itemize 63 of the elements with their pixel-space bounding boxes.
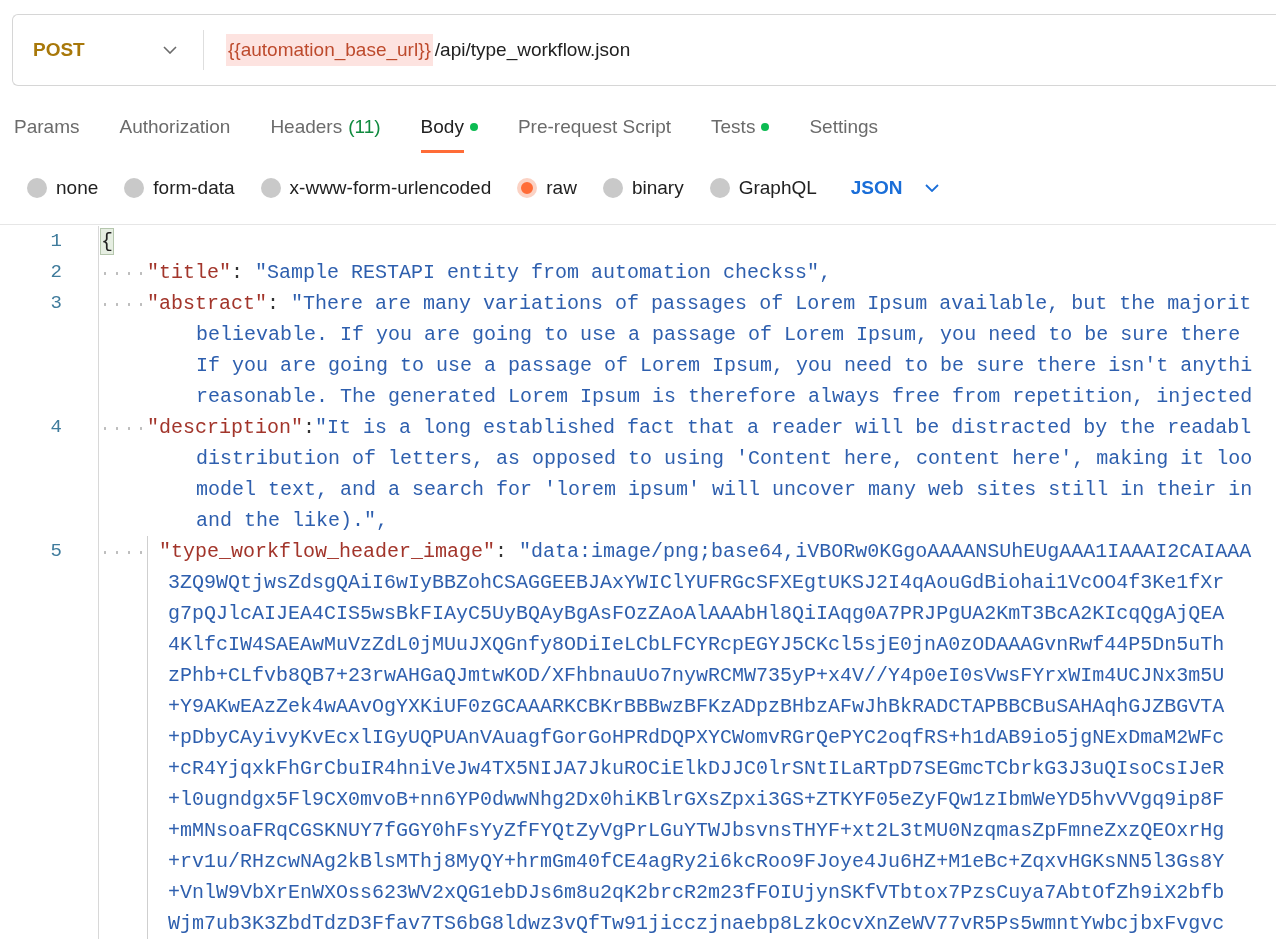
line-number: 3: [50, 291, 62, 316]
url-variable: {{automation_base_url}}: [226, 34, 433, 66]
tab[interactable]: Settings: [809, 112, 879, 153]
chevron-down-icon[interactable]: [163, 46, 177, 54]
radio-label[interactable]: none: [56, 177, 99, 199]
json-value: +Y9AKwEAzZek4wAAvOgYXKiUF0zGCAAARKCBKrBBBwzBFKzADpzBHbzAFwJhBkRADCTAPBBCBuSAHAqhGJZBGVTA: [167, 694, 1226, 720]
tab[interactable]: Body: [420, 112, 464, 153]
json-value: believable. If you are going to use a passage of Lorem Ipsum, you need to be sure there: [195, 322, 1242, 348]
json-value: "data:image/png;base64,iVBORw0KGgoAAAANSUhEUgAAA1IAAAI2CAIAAA: [518, 539, 1252, 565]
colon: :: [267, 291, 280, 317]
json-value: +mMNsoaFRqCGSKNUY7fGGY0hFsYyZfFYQtZyVgPrLGuYTWJbsvnsTHYF+xt2L3tMU0NzqmasZpFmneZxzQEOxrHg: [167, 818, 1226, 844]
chevron-down-icon[interactable]: [924, 184, 939, 192]
colon: :: [495, 539, 508, 565]
json-value: "It is a long established fact that a reader will be distracted by the readabl: [315, 415, 1252, 441]
json-value: g7pQJlcAIJEA4CIS5wsBkFIAyC5UyBQAyBgAsFOzZAoAlAAAbHl8QiIAqg0A7PRJPgUA2KmT3BcA2KIcqQgAjQEA: [167, 601, 1226, 627]
json-value: reasonable. The generated Lorem Ipsum is therefore always free from repetition, injected: [195, 384, 1254, 410]
radio-button[interactable]: [517, 178, 538, 198]
radio-button[interactable]: [260, 178, 281, 198]
json-key: "type_workflow_header_image": [159, 536, 496, 567]
tab[interactable]: Authorization: [119, 112, 231, 153]
json-value: +rv1u/RHzcwNAg2kBlsMThj8MyQY+hrmGm40fCE4agRy2i6kcRoo9FJoye4Ju6HZ+M1eBc+ZqxvHGKsNN5l3Gs8Y: [167, 849, 1226, 875]
tab[interactable]: Tests: [711, 112, 756, 153]
radio-button[interactable]: [27, 178, 47, 198]
json-value: +l0ugndgx5Fl9CX0mvoB+nn6YP0dwwNhg2Dx0hiKBlrGXsZpxi3GS+ZTKYF05eZyFQw1zIbmWeYD5hvVVgq9ip8F: [167, 787, 1226, 813]
method-dropdown[interactable]: POST: [33, 39, 163, 61]
tab[interactable]: Headers: [270, 112, 343, 153]
json-key: "title": [147, 257, 231, 288]
json-value: distribution of letters, as opposed to using 'Content here, content here', making it loo: [195, 446, 1254, 472]
radio-label[interactable]: form-data: [153, 177, 235, 199]
tab[interactable]: Params: [14, 112, 80, 153]
url-field[interactable]: {{automation_base_url}} /api/type_workflow.json: [226, 34, 631, 66]
url-path: /api/type_workflow.json: [434, 39, 631, 61]
json-value: 4KlfcIW4SAEAwMuVzZdL0jMUuJXQGnfy8ODiIeLCbLFCYRcpEGYJ5CKcl5sjE0jnA0zODAAAGvnRwf44P5Dn5uTh: [167, 632, 1226, 658]
line-number: 2: [50, 260, 62, 285]
json-key: "abstract": [147, 288, 268, 319]
json-value: 3ZQ9WQtjwsZdsgQAiI6wIyBBZohCSAGGEEBJAxYWIClYUFRGcSFXEgtUKSJ2I4qAouGdBiohai1VcOO4f3Ke1fXr: [167, 570, 1226, 596]
tab[interactable]: Pre-request Script: [517, 112, 672, 153]
radio-label[interactable]: raw: [546, 177, 577, 199]
json-value: and the like).",: [195, 508, 390, 534]
json-value: +pDbyCAyivyKvEcxlIGyUQPUAnVAuagfGorGoHPRdDQPXYCWomvRGrQePYC2oqfRS+h1dAB9io5jgNExDmaM2WFc: [167, 725, 1226, 751]
radio-button[interactable]: [709, 178, 730, 198]
json-value: model text, and a search for 'lorem ipsum' will uncover many web sites still in their in: [195, 477, 1254, 503]
format-dropdown[interactable]: JSON: [850, 177, 903, 199]
line-number: 1: [50, 229, 62, 254]
radio-label[interactable]: x-www-form-urlencoded: [289, 177, 492, 199]
radio-label[interactable]: GraphQL: [738, 177, 817, 199]
brace: {: [101, 229, 113, 254]
json-value: "There are many variations of passages of Lorem Ipsum available, but the majorit: [290, 291, 1252, 317]
count-label: (11): [348, 116, 381, 138]
radio-label[interactable]: binary: [631, 177, 684, 199]
json-value: zPhb+CLfvb8QB7+23rwAHGaQJmtwKOD/XFhbnauUo7nywRCMW735yP+x4V//Y4p0eI0sVwsFYrxWIm4UCJNx3m5U: [167, 663, 1226, 689]
radio-button[interactable]: [124, 178, 145, 198]
colon: :: [303, 415, 316, 441]
colon: :: [231, 260, 244, 286]
line-number: 4: [50, 415, 62, 440]
json-value: +cR4YjqxkFhGrCbuIR4hniVeJw4TX5NIJA7JkuROCiElkDJJC0lrSNtILaRTpD7SEGmcTCbrkG3J3uQIsoCsIJeR: [167, 756, 1226, 782]
json-key: "description": [147, 412, 304, 443]
json-value: If you are going to use a passage of Lorem Ipsum, you need to be sure there isn't anythi: [195, 353, 1254, 379]
json-value: +VnlW9VbXrEnWXOss623WV2xQG1ebDJs6m8u2qK2brcR2m23fFOIUjynSKfVTbtox7PzsCuya7AbtOfZh9iX2bfb: [167, 880, 1226, 906]
radio-button[interactable]: [602, 178, 623, 198]
json-value: "Sample RESTAPI entity from automation checkss",: [254, 260, 832, 286]
line-number: 5: [50, 539, 62, 564]
json-value: Wjm7ub3K3ZbdTdzD3Ffav7TS6bG8ldwz3vQfTw91jicczjnaebp8LzkOcvXnZeWV77vR5Ps5wmntYwbcjbxFvgvc: [167, 911, 1226, 937]
